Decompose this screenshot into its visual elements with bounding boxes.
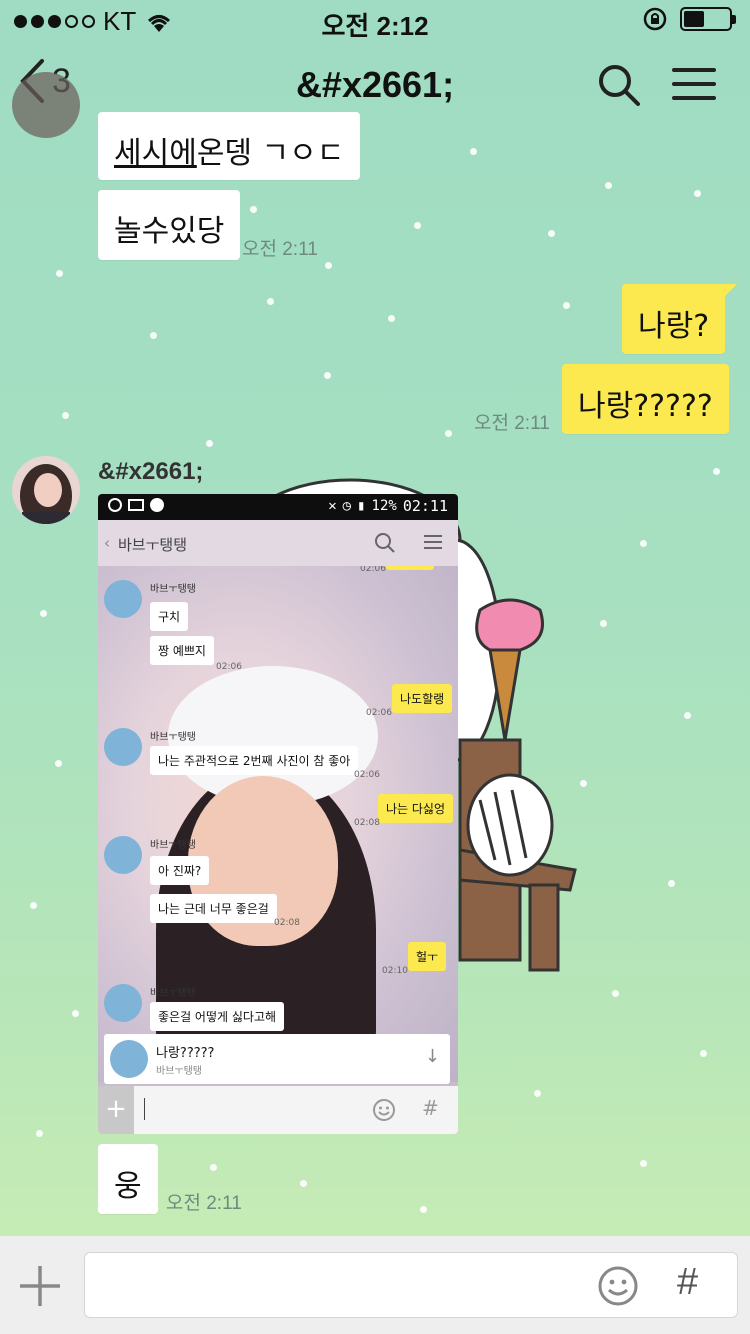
sender-avatar[interactable] [12,456,80,524]
mute-icon: ✕ [328,498,337,514]
screenshot-timestamp: 02:10 [382,966,408,976]
message-input[interactable]: # [84,1252,738,1318]
sender-name: &#x2661; [98,458,204,485]
status-bar: KT 오전 2:12 [0,0,750,41]
battery-icon [680,7,736,31]
screenshot-timestamp: 02:06 [354,770,380,780]
message-bubble[interactable]: 세시에온뎅 ㄱㅇㄷ [98,112,361,180]
message-text: 나랑? [638,309,710,344]
message-text: 웅 [114,1169,142,1204]
screenshot-bubble: 나는 근데 너무 좋은걸 [150,894,277,923]
arrow-down-icon: ↓ [424,1046,440,1067]
notification-icon [150,498,164,512]
screenshot-my-bubble: 나도할랭 [392,684,453,713]
avatar[interactable] [12,72,80,138]
screenshot-avatar [104,728,142,766]
plus-icon[interactable] [16,1262,64,1310]
chevron-left-icon: ‹ [104,534,110,552]
screenshot-chat-title: 바브ㅜ탱탱 [118,536,188,554]
screenshot-timestamp: 02:08 [354,818,380,828]
message-timestamp: 오전 2:11 [166,1193,242,1214]
plus-icon: + [98,1086,134,1134]
text-cursor [144,1098,145,1120]
emoji-icon [373,1099,395,1121]
search-icon[interactable] [596,62,642,108]
screenshot-status-bar: ✕ ◷ ▮ 12% 02:11 [98,494,458,520]
screenshot-avatar [104,580,142,618]
notice-subtext: 바브ㅜ탱탱 [156,1066,202,1077]
screenshot-notice-bar: 나랑????? 바브ㅜ탱탱 ↓ [104,1034,450,1084]
status-time: 오전 2:12 [321,11,429,41]
message-text: 놀수있당 [114,214,225,249]
message-text: 온뎅 ㄱㅇㄷ [196,136,345,171]
screenshot-sender-name: 바브ㅜ탱탱 [150,584,196,595]
screenshot-sender-name: 바브ㅜ탱탱 [150,732,196,743]
screenshot-timestamp: 02:06 [366,708,392,718]
screenshot-avatar [110,1040,148,1078]
profile-photo [12,456,80,524]
message-link-text: 세시에 [114,136,197,171]
screenshot-chat-header: ‹ 바브ㅜ탱탱 [98,520,458,566]
message-bubble[interactable]: 웅 [98,1144,158,1214]
battery-percent: 12% [371,498,397,514]
hamburger-menu-icon[interactable] [672,66,716,102]
message-bubble[interactable]: 놀수있당 [98,190,241,260]
screenshot-timestamp: 02:06 [360,566,386,574]
screenshot-timestamp: 02:08 [274,918,300,928]
rotation-lock-icon [643,7,667,31]
message-timestamp: 오전 2:11 [242,239,318,260]
my-message-bubble[interactable]: 나랑? [622,284,738,354]
screenshot-input-bar: + # [98,1086,458,1134]
screenshot-time: 02:11 [402,497,448,515]
screenshot-sender-name: 바브ㅜ탱탱 [150,840,196,851]
shared-screenshot-image[interactable]: ✕ ◷ ▮ 12% 02:11 ‹ 바브ㅜ탱탱 02:06 바브ㅜ탱탱 구치 짱… [98,494,458,1134]
screenshot-timestamp: 02:06 [216,662,242,672]
screenshot-sender-name: 바브ㅜ탱탱 [150,988,196,999]
screenshot-my-bubble: 나는 다싫엉 [378,794,454,823]
message-input-bar: # [0,1236,750,1334]
screenshot-avatar [104,984,142,1022]
screenshot-my-bubble [386,566,434,570]
app-icon [108,498,122,512]
hashtag-search-button[interactable]: # [677,1261,698,1304]
screenshot-bubble: 아 진짜? [150,856,210,885]
screenshot-chat-body: 02:06 바브ㅜ탱탱 구치 짱 예쁘지 02:06 나도할랭 02:06 바브… [98,566,458,1082]
screenshot-bubble: 좋은걸 어떻게 싫다고해 [150,1002,285,1031]
hamburger-menu-icon [424,535,442,549]
emoji-icon[interactable] [597,1265,639,1307]
notice-text: 나랑????? [156,1046,215,1061]
my-message-bubble[interactable]: 나랑????? [562,364,729,434]
search-icon [375,533,395,553]
screenshot-bubble: 나는 주관적으로 2번째 사진이 참 좋아 [150,746,359,775]
screenshot-my-bubble: 헐ㅜ [408,942,447,971]
message-timestamp: 오전 2:11 [474,413,550,434]
screenshot-bubble: 구치 [150,602,189,631]
screenshot-bubble: 짱 예쁘지 [150,636,214,665]
screenshot-avatar [104,836,142,874]
hash-icon: # [422,1096,439,1120]
signal-icon: ▮ [357,498,366,514]
image-icon [128,499,144,511]
message-text: 나랑????? [578,389,713,424]
alarm-icon: ◷ [342,498,352,514]
